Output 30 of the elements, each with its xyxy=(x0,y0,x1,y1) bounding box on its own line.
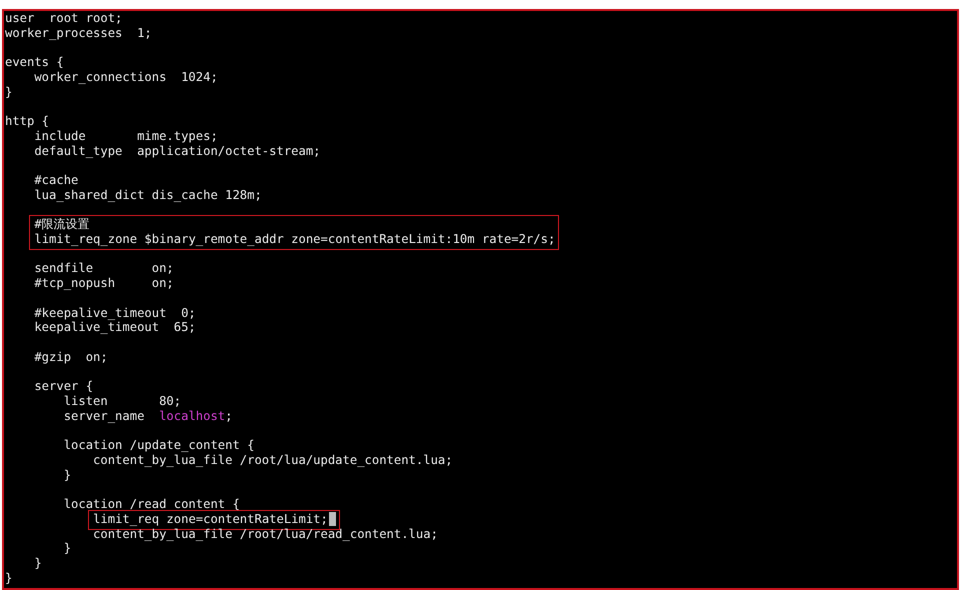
code-line: include mime.types; xyxy=(33,128,218,144)
code-line: content_by_lua_file /root/lua/read_content.lua; xyxy=(92,526,438,542)
code-line: #keepalive_timeout 0; xyxy=(33,306,196,320)
code-line: listen 80; xyxy=(62,394,182,409)
code-line: sendfile on; xyxy=(33,261,174,276)
code-line: #限流设置 xyxy=(34,217,90,232)
code-line: default_type application/octet-stream; xyxy=(33,144,321,158)
code-line: #tcp_nopush on; xyxy=(33,276,174,291)
code-line: user root root; xyxy=(5,11,122,26)
code-line: limit_req zone=contentRateLimit; xyxy=(93,512,328,527)
code-line: } xyxy=(5,84,12,100)
code-line: #cache xyxy=(33,173,78,188)
code-line: limit_req_zone $binary_remote_addr zone=contentRateLimit:10m rate=2r/s; xyxy=(34,232,556,247)
code-line: events { xyxy=(5,55,64,70)
code-line: http { xyxy=(5,114,50,129)
code-line: keepalive_timeout 65; xyxy=(33,320,196,336)
code-line: worker_processes 1; xyxy=(5,26,152,40)
code-line: } xyxy=(62,468,72,482)
code-line: server { xyxy=(33,379,94,394)
code-line: } xyxy=(62,541,72,556)
code-line: } xyxy=(33,556,42,571)
code-line: } xyxy=(5,570,12,586)
code-line: lua_shared_dict dis_cache 128m; xyxy=(33,188,262,203)
code-line: content_by_lua_file /root/lua/update_content.lua; xyxy=(92,453,453,468)
code-line: #gzip on; xyxy=(33,350,108,365)
code-line: location /update_content { xyxy=(62,438,254,454)
code-line: server_name localhost; xyxy=(62,408,232,424)
code-line: worker_connections 1024; xyxy=(33,70,218,85)
code-line: location /read_content { xyxy=(62,497,240,512)
text-cursor xyxy=(328,512,336,526)
